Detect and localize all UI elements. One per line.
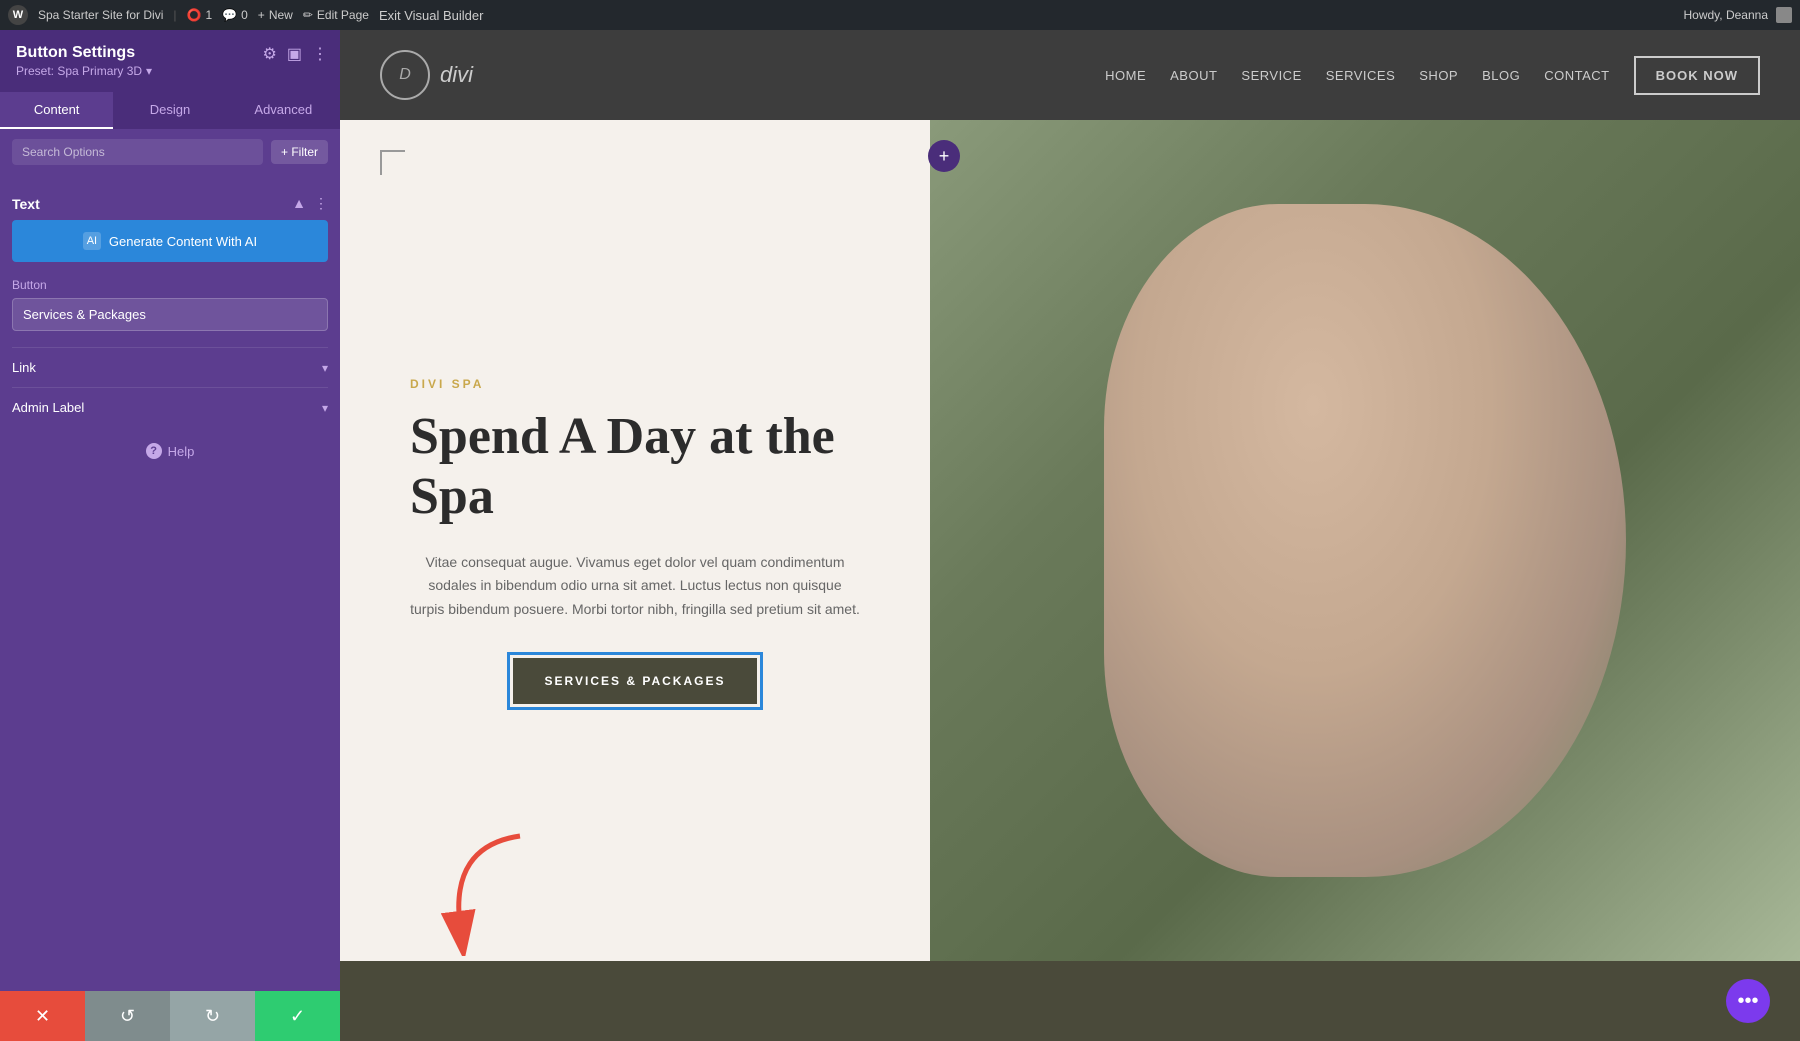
nav-home[interactable]: HOME (1105, 68, 1146, 83)
site-bottom: ••• (340, 961, 1800, 1041)
tab-content[interactable]: Content (0, 92, 113, 129)
sidebar-actions: ✕ ↺ ↻ ✓ (0, 991, 340, 1041)
main-area: ⚙ ▣ ⋮ Button Settings Preset: Spa Primar… (0, 30, 1800, 1041)
tab-advanced[interactable]: Advanced (227, 92, 340, 129)
tab-design[interactable]: Design (113, 92, 226, 129)
admin-label-chevron-icon: ▾ (322, 401, 328, 415)
site-name: Spa Starter Site for Divi (38, 8, 163, 22)
logo-circle: D (380, 50, 430, 100)
ai-icon: AI (83, 232, 101, 250)
add-section-button[interactable]: + (928, 140, 960, 172)
layout-icon[interactable]: ▣ (287, 44, 302, 64)
site-logo: D divi (380, 50, 473, 100)
preset-chevron-icon: ▾ (146, 64, 152, 78)
text-section: Text ▲ ⋮ AI Generate Content With AI But… (12, 187, 328, 331)
admin-label-section: Admin Label ▾ (12, 387, 328, 427)
wordpress-logo-icon[interactable]: W (8, 5, 28, 25)
hero-background (930, 120, 1800, 961)
admin-label-title: Admin Label (12, 400, 84, 415)
site-nav: HOME ABOUT SERVICE SERVICES SHOP BLOG CO… (1105, 56, 1760, 95)
more-icon[interactable]: ⋮ (312, 44, 328, 64)
hero-left: DIVI SPA Spend A Day at the Spa Vitae co… (340, 120, 930, 961)
hero-subtitle: DIVI SPA (410, 377, 860, 391)
hero-photo (930, 120, 1800, 961)
admin-label-section-header[interactable]: Admin Label ▾ (12, 400, 328, 415)
user-avatar (1776, 7, 1792, 23)
howdy-text: Howdy, Deanna (1684, 8, 1769, 22)
sidebar: ⚙ ▣ ⋮ Button Settings Preset: Spa Primar… (0, 30, 340, 1041)
nav-contact[interactable]: CONTACT (1544, 68, 1609, 83)
filter-button[interactable]: + Filter (271, 140, 328, 164)
button-field-label: Button (12, 278, 328, 292)
link-chevron-icon: ▾ (322, 361, 328, 375)
admin-bar: W Spa Starter Site for Divi | ⭕ 1 💬 0 + … (0, 0, 1800, 30)
comment-count[interactable]: 💬 0 (222, 8, 248, 22)
preview-area: D divi HOME ABOUT SERVICE SERVICES SHOP … (340, 30, 1800, 1041)
admin-bar-right: Howdy, Deanna (1684, 7, 1793, 23)
link-section: Link ▾ (12, 347, 328, 387)
settings-icon[interactable]: ⚙ (263, 44, 277, 64)
bracket-decoration (380, 150, 405, 175)
sidebar-content: Text ▲ ⋮ AI Generate Content With AI But… (0, 175, 340, 991)
nav-service[interactable]: SERVICE (1241, 68, 1301, 83)
nav-about[interactable]: ABOUT (1170, 68, 1217, 83)
link-section-title: Link (12, 360, 36, 375)
collapse-icon[interactable]: ▲ (292, 195, 306, 212)
sidebar-preset[interactable]: Preset: Spa Primary 3D ▾ (16, 64, 324, 78)
search-input[interactable] (12, 139, 263, 165)
button-field-group: Button (12, 278, 328, 331)
circle-count[interactable]: ⭕ 1 (187, 8, 213, 22)
fab-menu-button[interactable]: ••• (1726, 979, 1770, 1023)
admin-bar-left: W Spa Starter Site for Divi | ⭕ 1 💬 0 + … (8, 5, 1672, 25)
sidebar-header-icons: ⚙ ▣ ⋮ (263, 44, 328, 64)
sidebar-tabs: Content Design Advanced (0, 92, 340, 129)
link-section-header[interactable]: Link ▾ (12, 360, 328, 375)
new-button[interactable]: + New (258, 8, 293, 22)
section-menu-icon[interactable]: ⋮ (314, 195, 328, 212)
sidebar-header: ⚙ ▣ ⋮ Button Settings Preset: Spa Primar… (0, 30, 340, 92)
hero-description: Vitae consequat augue. Vivamus eget dolo… (410, 551, 860, 622)
hero-title: Spend A Day at the Spa (410, 407, 860, 527)
hero-section: DIVI SPA Spend A Day at the Spa Vitae co… (340, 120, 1800, 961)
book-now-button[interactable]: BOOK NOW (1634, 56, 1760, 95)
ai-generate-button[interactable]: AI Generate Content With AI (12, 220, 328, 262)
help-link[interactable]: ? Help (24, 443, 316, 459)
save-button[interactable]: ✓ (255, 991, 340, 1041)
nav-services[interactable]: SERVICES (1326, 68, 1396, 83)
redo-button[interactable]: ↻ (170, 991, 255, 1041)
edit-page-button[interactable]: ✏ Edit Page (303, 8, 369, 22)
help-icon: ? (146, 443, 162, 459)
sidebar-search: + Filter (0, 129, 340, 175)
help-section: ? Help (12, 427, 328, 475)
nav-blog[interactable]: BLOG (1482, 68, 1520, 83)
hero-cta-button[interactable]: SERVICES & PACKAGES (513, 658, 758, 704)
cancel-button[interactable]: ✕ (0, 991, 85, 1041)
text-section-title: Text (12, 196, 40, 212)
undo-button[interactable]: ↺ (85, 991, 170, 1041)
website-preview: D divi HOME ABOUT SERVICE SERVICES SHOP … (340, 30, 1800, 1041)
logo-text: divi (440, 62, 473, 88)
site-header: D divi HOME ABOUT SERVICE SERVICES SHOP … (340, 30, 1800, 120)
nav-shop[interactable]: SHOP (1419, 68, 1458, 83)
text-section-header[interactable]: Text ▲ ⋮ (12, 187, 328, 220)
button-text-input[interactable] (12, 298, 328, 331)
exit-visual-builder-button[interactable]: Exit Visual Builder (379, 8, 484, 23)
